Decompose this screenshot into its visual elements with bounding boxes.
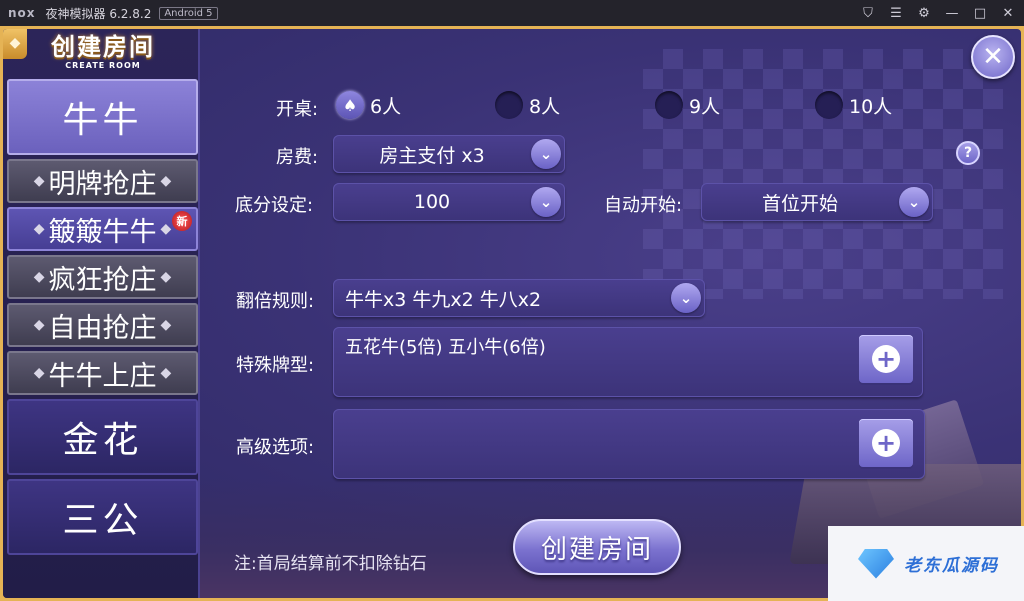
sidebar-item-niuniu[interactable]: 牛牛 — [7, 79, 198, 155]
sidebar-item-jinhua[interactable]: 金花 — [7, 399, 198, 475]
radio-dot — [815, 91, 843, 119]
game-type-sidebar: ◆ 创建房间 CREATE ROOM 牛牛 ◆ 明牌抢庄 ◆ ◆ 簸簸牛牛 ◆ … — [3, 29, 200, 598]
radio-dot — [495, 91, 523, 119]
auto-start-select[interactable]: 首位开始 ⌄ — [701, 183, 933, 221]
chevron-down-icon: ⌄ — [899, 187, 929, 217]
radio-label: 6人 — [370, 95, 402, 118]
diamond-deduction-note: 注:首局结算前不扣除钻石 — [234, 554, 427, 574]
chevron-down-icon: ⌄ — [671, 283, 701, 313]
base-score-value: 100 — [413, 191, 451, 213]
players-6-radio[interactable]: ♠ 6人 — [336, 91, 401, 119]
help-button[interactable]: ? — [956, 141, 980, 165]
diamond-icon: ◆ — [33, 221, 45, 237]
multiplier-rules-label: 翻倍规则: — [236, 291, 315, 312]
sidebar-item-mingpai[interactable]: ◆ 明牌抢庄 ◆ — [7, 159, 198, 203]
watermark-text: 老东瓜源码 — [904, 556, 999, 576]
base-score-select[interactable]: 100 ⌄ — [333, 183, 565, 221]
radio-dot — [655, 91, 683, 119]
menu-icon[interactable]: ☰ — [888, 6, 904, 21]
create-room-button[interactable]: 创建房间 — [513, 519, 681, 575]
special-hands-box: 五花牛(5倍) 五小牛(6倍) + — [333, 327, 923, 397]
room-fee-value: 房主支付 x3 — [379, 144, 485, 167]
watermark: 老东瓜源码 — [828, 526, 1024, 601]
auto-start-value: 首位开始 — [761, 192, 838, 215]
sidebar-item-label: 明牌抢庄 — [48, 168, 157, 200]
diamond-icon: ◆ — [3, 29, 27, 59]
panel-title-text: 创建房间 — [51, 33, 155, 61]
nox-logo: nox — [8, 6, 36, 20]
shirt-icon[interactable]: ⛉ — [860, 6, 876, 21]
sidebar-item-sangong[interactable]: 三公 — [7, 479, 198, 555]
close-panel-button[interactable]: ✕ — [971, 35, 1015, 79]
players-8-radio[interactable]: 8人 — [495, 91, 560, 119]
radio-label: 10人 — [849, 95, 893, 118]
players-9-radio[interactable]: 9人 — [655, 91, 720, 119]
sidebar-item-label: 牛牛上庄 — [48, 360, 157, 392]
create-room-panel: ◆ 创建房间 CREATE ROOM 牛牛 ◆ 明牌抢庄 ◆ ◆ 簸簸牛牛 ◆ … — [3, 29, 1021, 598]
sidebar-item-label: 疯狂抢庄 — [48, 264, 157, 296]
window-title: 夜神模拟器 6.2.8.2 — [45, 6, 152, 21]
game-frame: ◆ 创建房间 CREATE ROOM 牛牛 ◆ 明牌抢庄 ◆ ◆ 簸簸牛牛 ◆ … — [0, 26, 1024, 601]
multiplier-rules-value: 牛牛x3 牛九x2 牛八x2 — [345, 288, 542, 311]
emulator-titlebar: nox 夜神模拟器 6.2.8.2 Android 5 ⛉ ☰ ⚙ — □ ✕ — [0, 0, 1024, 26]
radio-label: 9人 — [689, 95, 721, 118]
sidebar-item-label: 金花 — [62, 420, 143, 461]
auto-start-label: 自动开始: — [604, 195, 683, 216]
diamond-icon: ◆ — [33, 365, 45, 381]
sidebar-item-ziyou[interactable]: ◆ 自由抢庄 ◆ — [7, 303, 198, 347]
sidebar-item-bobo[interactable]: ◆ 簸簸牛牛 ◆ 新 — [7, 207, 198, 251]
minimize-icon[interactable]: — — [944, 6, 960, 21]
special-hands-value: 五花牛(5倍) 五小牛(6倍) — [345, 337, 546, 358]
advanced-options-label: 高级选项: — [236, 437, 315, 458]
chevron-down-icon: ⌄ — [531, 139, 561, 169]
gear-icon[interactable]: ⚙ — [916, 6, 932, 21]
chevron-down-icon: ⌄ — [531, 187, 561, 217]
sidebar-item-fengkuang[interactable]: ◆ 疯狂抢庄 ◆ — [7, 255, 198, 299]
plus-icon: + — [872, 429, 900, 457]
diamond-icon: ◆ — [33, 269, 45, 285]
close-icon[interactable]: ✕ — [1000, 6, 1016, 21]
table-size-label: 开桌: — [276, 99, 319, 120]
background-pattern — [643, 49, 1003, 299]
sidebar-item-label: 自由抢庄 — [48, 312, 157, 344]
sidebar-item-label: 三公 — [62, 500, 143, 541]
panel-title: 创建房间 CREATE ROOM — [33, 33, 173, 70]
multiplier-rules-select[interactable]: 牛牛x3 牛九x2 牛八x2 ⌄ — [333, 279, 705, 317]
room-fee-select[interactable]: 房主支付 x3 ⌄ — [333, 135, 565, 173]
sidebar-item-shangzhuang[interactable]: ◆ 牛牛上庄 ◆ — [7, 351, 198, 395]
android-version-badge: Android 5 — [159, 6, 218, 20]
base-score-label: 底分设定: — [235, 195, 314, 216]
room-fee-label: 房费: — [276, 147, 319, 168]
maximize-icon[interactable]: □ — [972, 6, 988, 21]
diamond-icon: ◆ — [160, 269, 172, 285]
add-special-hand-button[interactable]: + — [859, 335, 913, 383]
diamond-icon: ◆ — [160, 317, 172, 333]
close-icon: ✕ — [982, 42, 1004, 72]
watermark-diamond-icon — [858, 548, 894, 579]
diamond-icon: ◆ — [33, 317, 45, 333]
radio-label: 8人 — [529, 95, 561, 118]
players-10-radio[interactable]: 10人 — [815, 91, 892, 119]
add-advanced-option-button[interactable]: + — [859, 419, 913, 467]
advanced-options-box: + — [333, 409, 925, 479]
new-badge: 新 — [172, 211, 192, 231]
plus-icon: + — [872, 345, 900, 373]
diamond-icon: ◆ — [160, 173, 172, 189]
sidebar-item-label: 簸簸牛牛 — [48, 216, 157, 248]
diamond-icon: ◆ — [160, 365, 172, 381]
window-controls: ⛉ ☰ ⚙ — □ ✕ — [860, 0, 1016, 26]
special-hands-label: 特殊牌型: — [236, 355, 315, 376]
sidebar-item-label: 牛牛 — [62, 100, 143, 141]
diamond-icon: ◆ — [33, 173, 45, 189]
spade-icon: ♠ — [336, 91, 364, 119]
diamond-icon: ◆ — [160, 221, 172, 237]
panel-subtitle: CREATE ROOM — [65, 61, 141, 70]
